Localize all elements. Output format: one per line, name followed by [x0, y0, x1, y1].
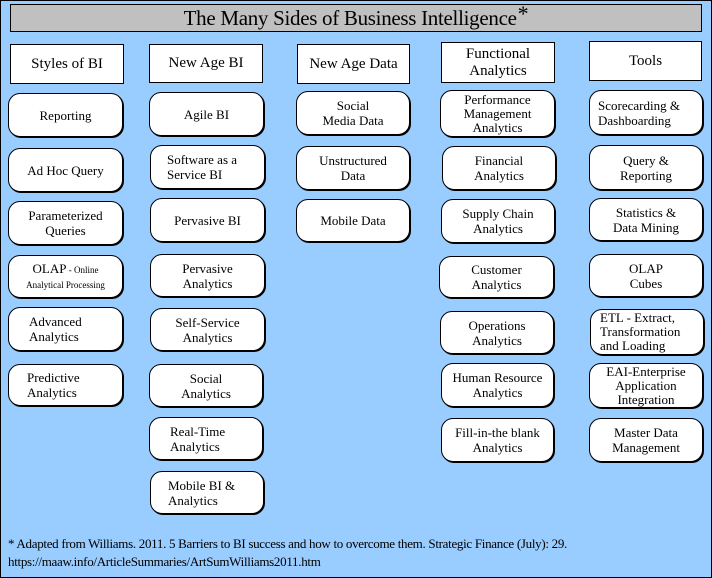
- item-operations-analytics: Operations Analytics: [440, 311, 554, 354]
- item-fill-in-the-blank-analytics: Fill-in-the blank Analytics: [441, 418, 554, 462]
- item-olap: OLAP - Online Analytical Processing: [8, 255, 123, 298]
- column-header-tools: Tools: [589, 41, 702, 81]
- item-social-media-data: Social Media Data: [296, 91, 410, 135]
- item-statistics-data-mining: Statistics & Data Mining: [589, 198, 703, 241]
- column-header-new-age-bi: New Age BI: [149, 44, 263, 83]
- item-advanced-analytics: Advanced Analytics: [8, 307, 123, 351]
- item-human-resource-analytics: Human Resource Analytics: [441, 363, 554, 407]
- item-master-data-management: Master Data Management: [589, 418, 703, 462]
- item-agile-bi: Agile BI: [149, 92, 264, 136]
- item-query-reporting: Query & Reporting: [589, 145, 703, 190]
- item-social-analytics: Social Analytics: [149, 364, 263, 407]
- item-mobile-bi-analytics: Mobile BI & Analytics: [150, 471, 264, 514]
- item-reporting: Reporting: [8, 93, 123, 137]
- item-scorecarding-dashboarding: Scorecarding & Dashboarding: [589, 90, 703, 135]
- item-parameterized-queries: Parameterized Queries: [8, 201, 123, 245]
- title-footnote-mark: *: [517, 1, 529, 26]
- title-text: The Many Sides of Business Intelligence: [183, 5, 517, 30]
- item-predictive-analytics: Predictive Analytics: [8, 364, 123, 406]
- item-unstructured-data: Unstructured Data: [296, 146, 410, 190]
- item-etl: ETL - Extract, Transformation and Loadin…: [590, 309, 704, 355]
- item-ad-hoc-query: Ad Hoc Query: [8, 148, 123, 192]
- column-header-styles-of-bi: Styles of BI: [10, 44, 124, 84]
- column-header-functional-analytics: Functional Analytics: [441, 42, 555, 83]
- footnote-citation: * Adapted from Williams. 2011. 5 Barrier…: [8, 536, 567, 551]
- item-performance-management-analytics: Performance Management Analytics: [440, 90, 555, 137]
- item-eai: EAI-Enterprise Application Integration: [589, 363, 703, 408]
- item-pervasive-bi: Pervasive BI: [150, 198, 265, 242]
- item-financial-analytics: Financial Analytics: [442, 146, 556, 190]
- source-footnote: * Adapted from Williams. 2011. 5 Barrier…: [8, 535, 708, 571]
- item-pervasive-analytics: Pervasive Analytics: [150, 254, 265, 297]
- footnote-url: https://maaw.info/ArticleSummaries/ArtSu…: [8, 554, 321, 569]
- item-olap-cubes: OLAP Cubes: [589, 254, 703, 297]
- item-saas-bi: Software as a Service BI: [150, 145, 265, 189]
- item-real-time-analytics: Real-Time Analytics: [149, 417, 263, 460]
- item-self-service-analytics: Self-Service Analytics: [150, 308, 265, 351]
- item-supply-chain-analytics: Supply Chain Analytics: [441, 199, 555, 243]
- item-customer-analytics: Customer Analytics: [439, 256, 554, 298]
- diagram-title: The Many Sides of Business Intelligence *: [10, 1, 702, 32]
- column-header-new-age-data: New Age Data: [297, 44, 410, 84]
- item-mobile-data: Mobile Data: [296, 199, 410, 242]
